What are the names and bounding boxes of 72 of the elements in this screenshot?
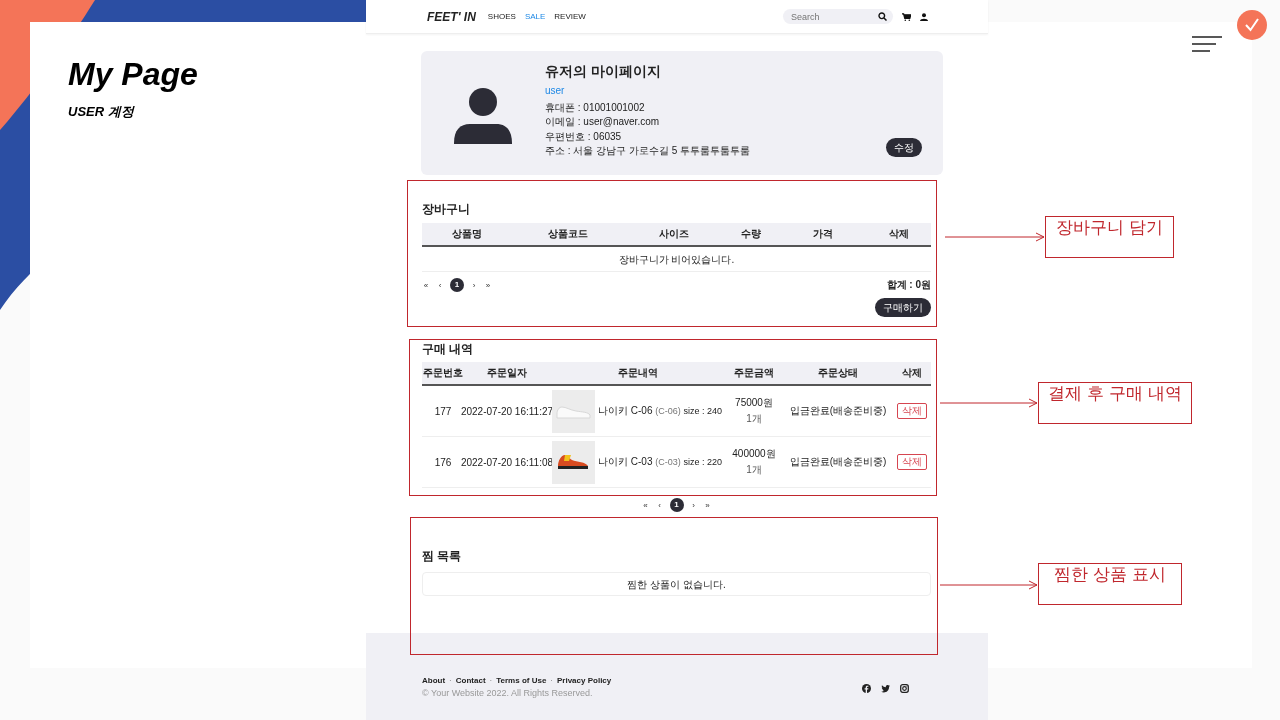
column-header: 주문일자	[486, 366, 528, 380]
page-link[interactable]: 1	[669, 498, 684, 512]
link-separator: ·	[550, 676, 553, 685]
order-status: 입금완료(배송준비중)	[788, 404, 888, 418]
callout-label: 결제 후 구매 내역	[1038, 382, 1192, 424]
search-field[interactable]: Search	[783, 9, 893, 24]
order-quantity: 1개	[746, 412, 762, 426]
order-price: 75000원	[735, 396, 773, 410]
column-header: 가격	[811, 227, 834, 241]
nav-link[interactable]: REVIEW	[554, 12, 586, 21]
profile-field: 주소 : 서울 강남구 가로수길 5 투투룸투툼투룸	[545, 143, 750, 159]
profile-field: 우편번호 : 06035	[545, 129, 750, 144]
site-logo[interactable]: FEET' IN	[427, 9, 476, 24]
callout-label: 찜한 상품 표시	[1038, 563, 1182, 605]
column-header: 주문상태	[817, 366, 859, 380]
link-separator: ·	[449, 676, 452, 685]
last-page-link[interactable]: »	[484, 280, 492, 290]
profile-title: 유저의 마이페이지	[545, 63, 662, 81]
previous-page-link[interactable]: ‹	[655, 500, 664, 510]
product-description: 나이키 C-03 (C-03) size : 220	[598, 455, 723, 469]
empty-wishlist-message: 찜한 상품이 없습니다.	[422, 572, 931, 596]
column-header: 주문금액	[733, 366, 775, 380]
cart-total: 합계 : 0원	[886, 278, 931, 292]
section-title: 구매 내역	[422, 341, 475, 358]
callout-label: 장바구니 담기	[1045, 216, 1174, 258]
page-link[interactable]: 1	[450, 278, 464, 292]
column-header: 수량	[739, 227, 762, 241]
footer-link[interactable]: Contact	[455, 676, 486, 685]
footer-link[interactable]: Privacy Policy	[557, 676, 612, 685]
column-header: 사이즈	[658, 227, 691, 241]
column-header: 삭제	[901, 366, 923, 380]
order-status: 입금완료(배송준비중)	[788, 455, 888, 469]
next-page-link[interactable]: ›	[470, 280, 478, 290]
delete-button[interactable]: 삭제	[897, 454, 927, 470]
nav-link[interactable]: SHOES	[487, 12, 516, 21]
product-description: 나이키 C-06 (C-06) size : 240	[598, 404, 723, 418]
profile-field: 이메일 : user@naver.com	[545, 115, 750, 130]
order-price: 400000원	[732, 447, 776, 461]
search-icon	[878, 12, 887, 21]
camera-icon[interactable]	[900, 684, 909, 693]
slide-subtitle: USER 계정	[68, 103, 136, 121]
column-header: 주문번호	[422, 366, 464, 380]
footer-link[interactable]: About	[422, 676, 446, 685]
first-page-link[interactable]: «	[422, 280, 430, 290]
column-header: 상품코드	[547, 227, 590, 241]
column-header: 삭제	[888, 227, 911, 241]
column-header: 주문내역	[616, 366, 659, 380]
profile-field: 휴대폰 : 01001001002	[545, 101, 750, 116]
section-title: 장바구니	[422, 201, 471, 218]
facebook-icon[interactable]	[862, 684, 871, 693]
edit-button[interactable]: 수정	[886, 138, 922, 157]
empty-cart-message: 장바구니가 비어있습니다.	[422, 247, 931, 272]
avatar-silhouette-icon	[454, 87, 512, 145]
copyright-text: © Your Website 2022. All Rights Reserved.	[422, 688, 594, 698]
user-role: user	[545, 85, 566, 96]
order-quantity: 1개	[746, 463, 762, 477]
column-header: 상품명	[451, 227, 484, 241]
bird-icon[interactable]	[881, 684, 890, 693]
nav-link[interactable]: SALE	[524, 12, 546, 21]
delete-button[interactable]: 삭제	[897, 403, 927, 419]
link-separator: ·	[489, 676, 493, 685]
menu-icon	[1192, 36, 1222, 52]
user-icon[interactable]	[920, 12, 928, 21]
next-page-link[interactable]: ›	[689, 500, 698, 510]
footer-link[interactable]: Terms of Use	[496, 676, 547, 685]
buy-button[interactable]: 구매하기	[875, 298, 931, 317]
section-title: 찜 목록	[422, 548, 463, 565]
last-page-link[interactable]: »	[703, 500, 712, 510]
slide-title: My Page	[68, 56, 198, 93]
first-page-link[interactable]: «	[641, 500, 650, 510]
cart-icon[interactable]	[902, 12, 911, 21]
previous-page-link[interactable]: ‹	[436, 280, 444, 290]
